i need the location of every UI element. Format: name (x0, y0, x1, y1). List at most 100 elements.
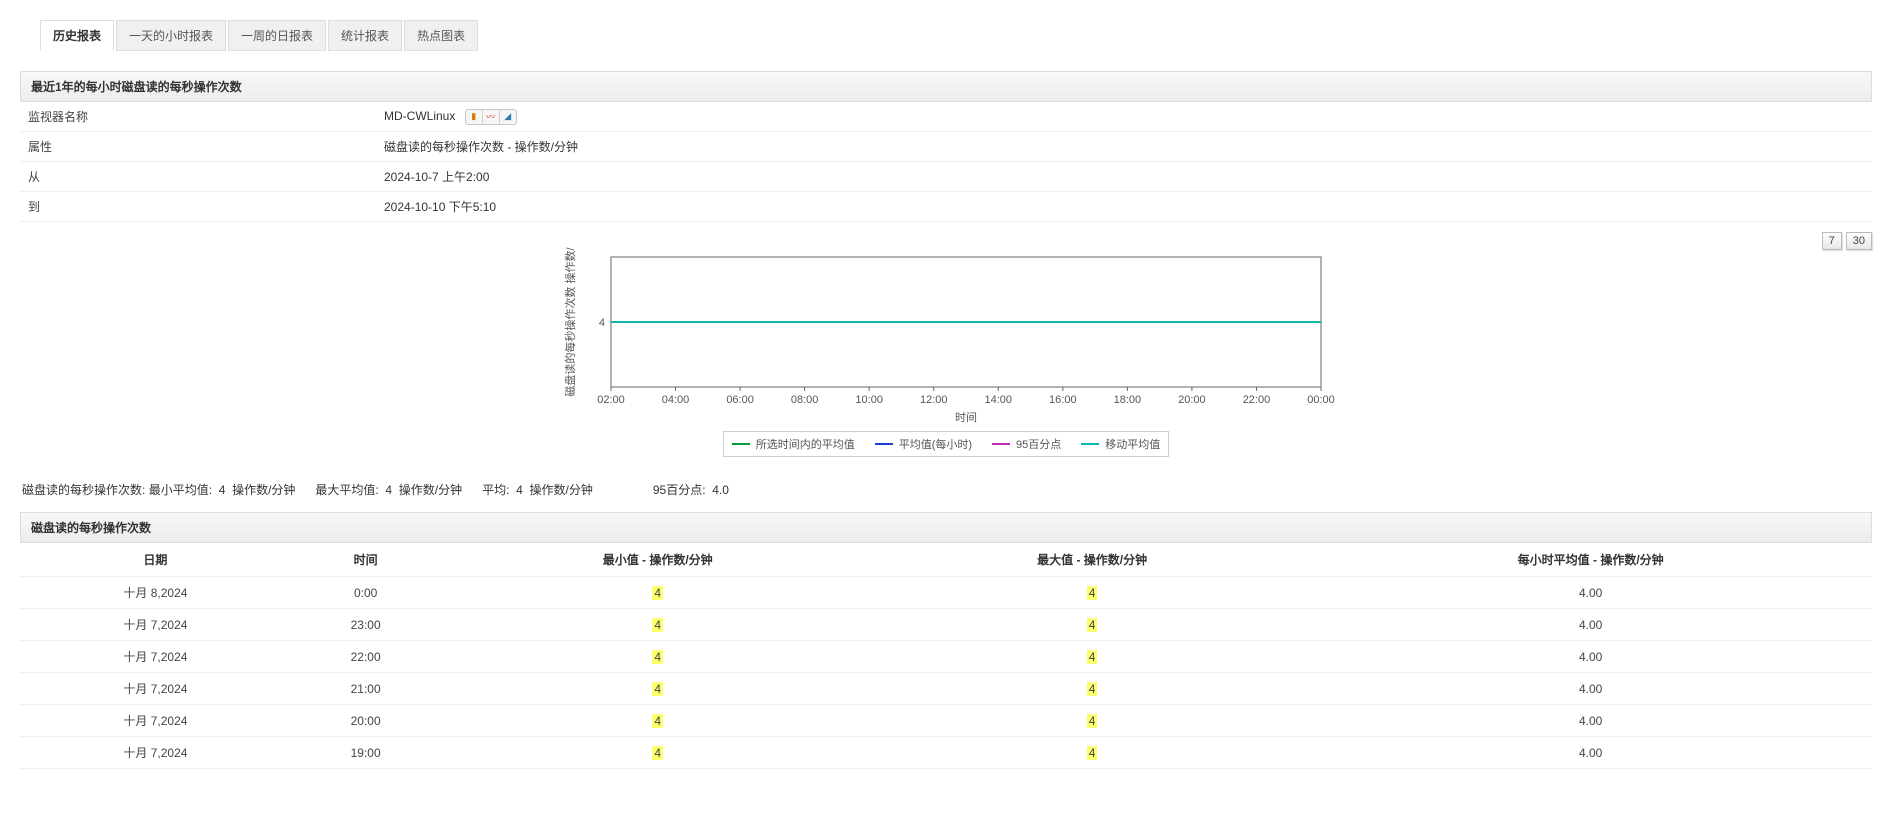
cell-date: 十月 7,2024 (20, 641, 291, 673)
table-row: 十月 7,202421:00444.00 (20, 673, 1872, 705)
stats-min-unit: 操作数/分钟 (232, 483, 295, 497)
cell-date: 十月 7,2024 (20, 705, 291, 737)
svg-text:04:00: 04:00 (662, 394, 690, 406)
svg-text:18:00: 18:00 (1114, 394, 1142, 406)
svg-text:22:00: 22:00 (1243, 394, 1271, 406)
chart-type-icons[interactable]: ▮ 〰 ◢ (465, 109, 517, 125)
svg-text:20:00: 20:00 (1178, 394, 1206, 406)
stats-avg-label: 平均: (482, 483, 509, 497)
cell-max: 4 (875, 673, 1309, 705)
info-label-from: 从 (20, 162, 376, 192)
cell-date: 十月 7,2024 (20, 673, 291, 705)
table-row: 十月 7,202423:00444.00 (20, 609, 1872, 641)
stats-max-label: 最大平均值: (315, 483, 378, 497)
info-table: 监视器名称 MD-CWLinux ▮ 〰 ◢ 属性 磁盘读的每秒操作次数 - 操… (20, 102, 1872, 222)
cell-min: 4 (440, 641, 874, 673)
cell-time: 22:00 (291, 641, 441, 673)
cell-avg: 4.00 (1309, 641, 1872, 673)
svg-text:4: 4 (599, 317, 605, 329)
svg-text:00:00: 00:00 (1307, 394, 1335, 406)
info-label-monitor: 监视器名称 (20, 102, 376, 132)
stats-min-value: 4 (219, 483, 226, 497)
range-7-button[interactable]: 7 (1822, 232, 1842, 250)
table-row: 十月 7,202422:00444.00 (20, 641, 1872, 673)
col-avg: 每小时平均值 - 操作数/分钟 (1309, 543, 1872, 577)
cell-time: 20:00 (291, 705, 441, 737)
cell-avg: 4.00 (1309, 705, 1872, 737)
cell-time: 21:00 (291, 673, 441, 705)
svg-text:02:00: 02:00 (597, 394, 625, 406)
svg-text:时间: 时间 (955, 411, 977, 424)
cell-avg: 4.00 (1309, 577, 1872, 609)
stats-p95-label: 95百分点: (653, 483, 706, 497)
chart-legend: 所选时间内的平均值 平均值(每小时) 95百分点 移动平均值 (723, 431, 1170, 457)
data-table: 日期 时间 最小值 - 操作数/分钟 最大值 - 操作数/分钟 每小时平均值 -… (20, 543, 1872, 769)
stats-avg-unit: 操作数/分钟 (530, 483, 593, 497)
cell-max: 4 (875, 641, 1309, 673)
cell-min: 4 (440, 705, 874, 737)
stats-max-unit: 操作数/分钟 (399, 483, 462, 497)
info-value-to: 2024-10-10 下午5:10 (376, 192, 1872, 222)
cell-min: 4 (440, 737, 874, 769)
info-label-attribute: 属性 (20, 132, 376, 162)
info-label-to: 到 (20, 192, 376, 222)
range-30-button[interactable]: 30 (1846, 232, 1872, 250)
cell-date: 十月 7,2024 (20, 737, 291, 769)
tab-0[interactable]: 历史报表 (40, 20, 114, 51)
table-row: 十月 7,202419:00444.00 (20, 737, 1872, 769)
table-row: 十月 7,202420:00444.00 (20, 705, 1872, 737)
stats-p95-value: 4.0 (712, 483, 729, 497)
cell-max: 4 (875, 609, 1309, 641)
svg-text:08:00: 08:00 (791, 394, 819, 406)
cell-min: 4 (440, 609, 874, 641)
report-tabs: 历史报表一天的小时报表一周的日报表统计报表热点图表 (40, 20, 1872, 51)
stats-avg-value: 4 (516, 483, 523, 497)
legend-item[interactable]: 95百分点 (992, 436, 1061, 452)
stats-max-value: 4 (385, 483, 392, 497)
cell-time: 19:00 (291, 737, 441, 769)
svg-text:06:00: 06:00 (726, 394, 754, 406)
col-min: 最小值 - 操作数/分钟 (440, 543, 874, 577)
bar-chart-icon[interactable]: ▮ (466, 110, 483, 124)
stats-summary: 磁盘读的每秒操作次数: 最小平均值: 4 操作数/分钟 最大平均值: 4 操作数… (20, 467, 1872, 512)
cell-avg: 4.00 (1309, 609, 1872, 641)
section-title-recent: 最近1年的每小时磁盘读的每秒操作次数 (20, 71, 1872, 102)
tab-4[interactable]: 热点图表 (404, 20, 478, 51)
stats-min-label: 最小平均值: (149, 483, 212, 497)
info-value-from: 2024-10-7 上午2:00 (376, 162, 1872, 192)
info-value-attribute: 磁盘读的每秒操作次数 - 操作数/分钟 (376, 132, 1872, 162)
chart-area: 7 30 4 02:00 04:00 06:00 08:00 10:00 12:00 14:0… (20, 232, 1872, 457)
cell-time: 0:00 (291, 577, 441, 609)
cell-max: 4 (875, 705, 1309, 737)
section-title-data: 磁盘读的每秒操作次数 (20, 512, 1872, 543)
area-chart-icon[interactable]: ◢ (500, 110, 516, 124)
col-date: 日期 (20, 543, 291, 577)
tab-1[interactable]: 一天的小时报表 (116, 20, 226, 51)
range-buttons: 7 30 (1822, 232, 1872, 250)
cell-max: 4 (875, 577, 1309, 609)
table-row: 十月 8,20240:00444.00 (20, 577, 1872, 609)
tab-2[interactable]: 一周的日报表 (228, 20, 326, 51)
legend-item[interactable]: 所选时间内的平均值 (732, 436, 855, 452)
legend-item[interactable]: 平均值(每小时) (875, 436, 972, 452)
monitor-name-text: MD-CWLinux (384, 109, 455, 123)
cell-min: 4 (440, 577, 874, 609)
stats-prefix: 磁盘读的每秒操作次数: (22, 483, 145, 497)
svg-text:10:00: 10:00 (855, 394, 883, 406)
line-chart-icon[interactable]: 〰 (483, 110, 500, 124)
tab-3[interactable]: 统计报表 (328, 20, 402, 51)
legend-item[interactable]: 移动平均值 (1081, 436, 1160, 452)
col-time: 时间 (291, 543, 441, 577)
cell-max: 4 (875, 737, 1309, 769)
svg-text:磁盘读的每秒操作次数 操作数/: 磁盘读的每秒操作次数 操作数/ (563, 247, 577, 397)
cell-date: 十月 8,2024 (20, 577, 291, 609)
svg-text:12:00: 12:00 (920, 394, 948, 406)
cell-date: 十月 7,2024 (20, 609, 291, 641)
line-chart: 4 02:00 04:00 06:00 08:00 10:00 12:00 14:00 16:0… (556, 247, 1336, 427)
cell-min: 4 (440, 673, 874, 705)
info-value-monitor: MD-CWLinux ▮ 〰 ◢ (376, 102, 1872, 132)
svg-text:14:00: 14:00 (985, 394, 1013, 406)
cell-time: 23:00 (291, 609, 441, 641)
svg-text:16:00: 16:00 (1049, 394, 1077, 406)
col-max: 最大值 - 操作数/分钟 (875, 543, 1309, 577)
